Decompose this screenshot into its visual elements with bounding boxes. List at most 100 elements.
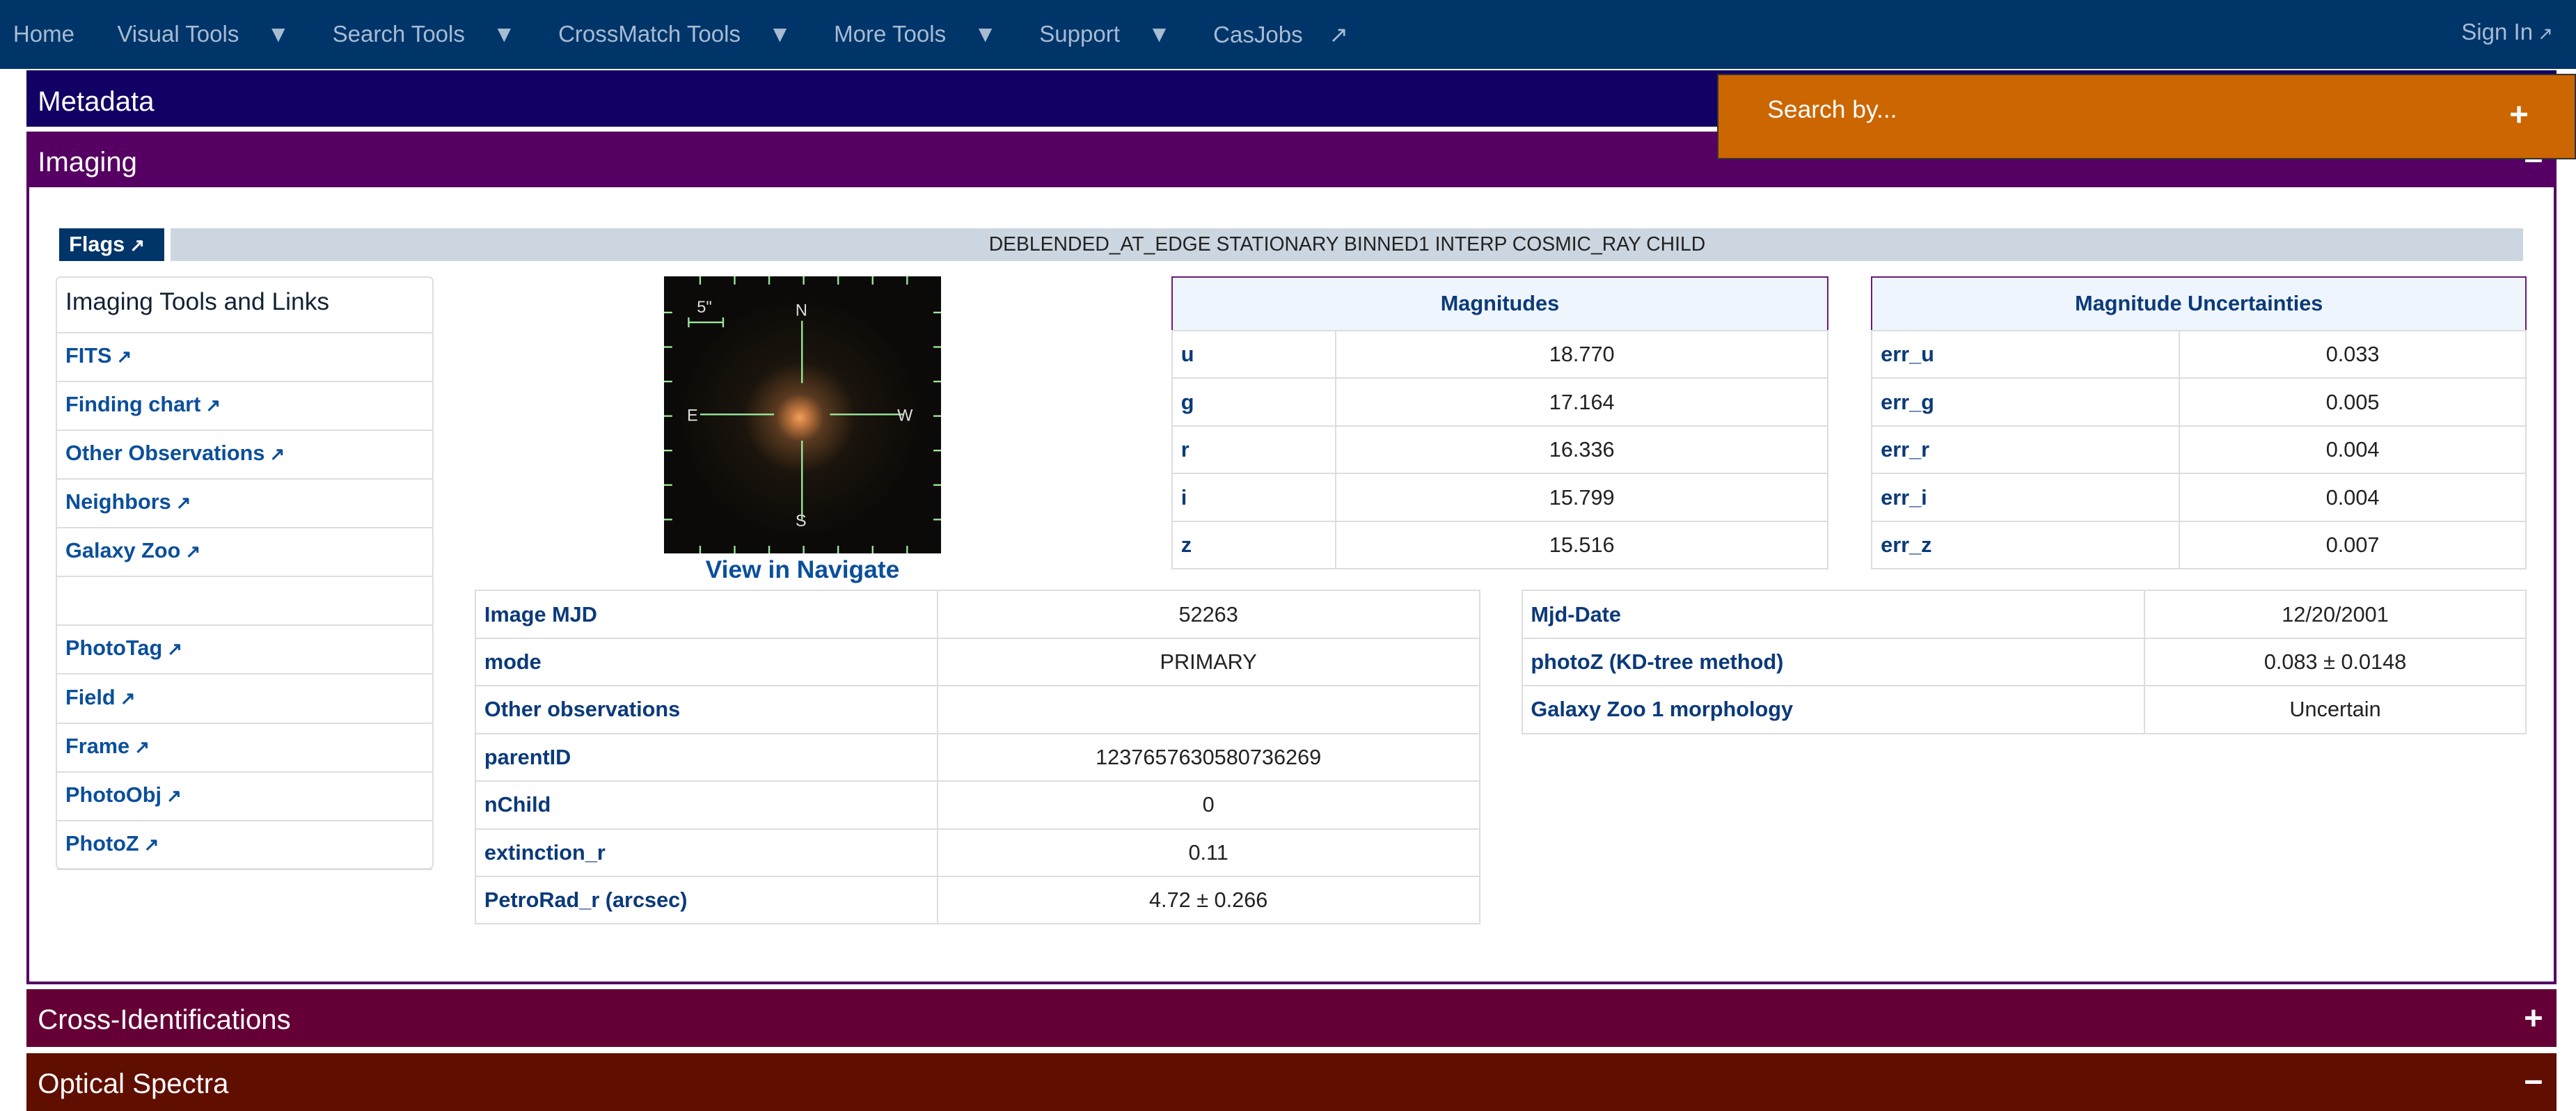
cross-identifications-header[interactable]: Cross-Identifications +: [26, 988, 2557, 1047]
row-label: Mjd-Date: [1521, 590, 2145, 639]
tool-link-photoobj[interactable]: PhotoObj ↗: [57, 773, 433, 821]
nav-item-visual-tools[interactable]: Visual Tools ▼: [117, 22, 311, 48]
caret-down-icon: ▼: [768, 21, 791, 47]
external-link-icon: ↗: [116, 345, 132, 367]
sign-in-link[interactable]: Sign In ↗: [2461, 19, 2553, 46]
table-row: PetroRad_r (arcsec) 4.72 ± 0.266: [475, 875, 1480, 925]
row-value: 0.11: [936, 828, 1480, 877]
table-row: photoZ (KD-tree method) 0.083 ± 0.0148: [1521, 637, 2527, 687]
navbar: Home Visual Tools ▼ Search Tools ▼ CrossMatch…: [0, 0, 2576, 70]
row-value: 18.770: [1335, 330, 1829, 379]
table-row: u 18.770: [1171, 330, 1829, 379]
external-link-icon: ↗: [134, 736, 150, 757]
object-cutout-image[interactable]: 5" N S E W: [663, 276, 942, 554]
nav-item-search-tools[interactable]: Search Tools ▼: [333, 22, 537, 48]
section-title: Metadata: [38, 85, 155, 117]
tool-link-photoz[interactable]: PhotoZ ↗: [57, 821, 433, 870]
row-label: extinction_r: [475, 828, 938, 877]
row-value: 12/20/2001: [2143, 590, 2527, 639]
south-label: S: [795, 512, 806, 530]
caret-down-icon: ▼: [267, 21, 290, 47]
flags-link[interactable]: Flags ↗: [58, 228, 165, 262]
caret-down-icon: ▼: [974, 21, 997, 47]
crosshair-overlay: 5" N S E W: [663, 276, 942, 554]
table-row: nChild 0: [475, 780, 1480, 830]
tool-link-frame[interactable]: Frame ↗: [57, 724, 433, 773]
sign-in-label: Sign In: [2461, 19, 2534, 46]
search-by-label: Search by...: [1767, 95, 1897, 123]
tool-link-label: FITS: [65, 342, 112, 368]
row-value: 0.007: [2179, 520, 2527, 570]
tool-link-fits[interactable]: FITS ↗: [57, 333, 433, 382]
nav-item-home[interactable]: Home: [13, 22, 96, 48]
tool-link-label: Field: [65, 684, 116, 709]
external-link-icon: ↗: [1329, 22, 1349, 48]
row-value: 0.083 ± 0.0148: [2143, 637, 2527, 687]
table-row: r 16.336: [1171, 425, 1829, 475]
dates-table: Mjd-Date 12/20/2001 photoZ (KD-tree method…: [1521, 590, 2527, 734]
row-value: 1237657630580736269: [936, 732, 1480, 782]
optical-spectra-header[interactable]: Optical Spectra −: [26, 1053, 2557, 1111]
tool-link-field[interactable]: Field ↗: [57, 675, 433, 724]
row-value: 0.033: [2179, 330, 2527, 379]
nav-label: Visual Tools: [117, 21, 239, 47]
row-value: 17.164: [1335, 377, 1829, 427]
table-row: Other observations: [475, 685, 1480, 734]
nav-label: CasJobs: [1213, 22, 1303, 48]
tool-link-galaxy-zoo[interactable]: Galaxy Zoo ↗: [57, 528, 433, 578]
caret-down-icon: ▼: [493, 21, 516, 47]
tool-link-phototag[interactable]: PhotoTag ↗: [57, 626, 433, 675]
section-title: Optical Spectra: [38, 1068, 229, 1100]
row-label: i: [1171, 473, 1337, 522]
table-row: err_u 0.033: [1871, 330, 2527, 379]
expand-icon[interactable]: +: [2524, 999, 2543, 1037]
nav-item-crossmatch-tools[interactable]: CrossMatch Tools ▼: [558, 22, 812, 48]
row-label: Image MJD: [475, 590, 938, 639]
nav-label: Search Tools: [332, 21, 465, 47]
row-label: photoZ (KD-tree method): [1521, 637, 2145, 687]
table-row: Galaxy Zoo 1 morphology Uncertain: [1521, 685, 2527, 734]
nav-item-casjobs[interactable]: CasJobs ↗: [1213, 21, 1370, 49]
row-label: r: [1171, 425, 1337, 475]
uncertainties-header: Magnitude Uncertainties: [1872, 276, 2527, 332]
tool-link-label: Finding chart: [65, 392, 201, 417]
external-link-icon: ↗: [185, 541, 201, 562]
row-value: 0.004: [2179, 425, 2527, 475]
row-value: 16.336: [1335, 425, 1829, 475]
external-link-icon: ↗: [143, 833, 159, 855]
table-row: g 17.164: [1171, 377, 1829, 427]
tool-link-neighbors[interactable]: Neighbors ↗: [57, 480, 433, 529]
tool-link-label: Neighbors: [65, 489, 171, 514]
tool-link-other-observations[interactable]: Other Observations ↗: [57, 431, 433, 480]
search-by-panel[interactable]: Search by... +: [1716, 74, 2576, 159]
magnitudes-table: Magnitudes u 18.770 g 17.164 r 16.336 i 15.799 z 1…: [1171, 276, 1829, 570]
row-label: g: [1171, 377, 1337, 427]
row-label: err_i: [1871, 473, 2181, 522]
expand-icon[interactable]: +: [2509, 95, 2529, 134]
collapse-icon[interactable]: −: [2524, 1063, 2543, 1101]
external-link-icon: ↗: [120, 687, 136, 709]
magnitudes-header: Magnitudes: [1171, 276, 1828, 332]
external-link-icon: ↗: [269, 443, 285, 465]
uncertainties-table: Magnitude Uncertainties err_u 0.033 err_g 0.…: [1871, 276, 2527, 570]
caret-down-icon: ▼: [1148, 21, 1171, 47]
row-label: PetroRad_r (arcsec): [475, 875, 938, 925]
nav-item-more-tools[interactable]: More Tools ▼: [834, 22, 1018, 48]
row-label: u: [1171, 330, 1337, 379]
row-label: Other observations: [475, 685, 938, 734]
row-label: err_r: [1871, 425, 2181, 475]
tool-link-finding-chart[interactable]: Finding chart ↗: [57, 382, 433, 431]
flags-value: DEBLENDED_AT_EDGE STATIONARY BINNED1 INT…: [171, 228, 2524, 262]
table-row: err_g 0.005: [1871, 377, 2527, 427]
nav-item-support[interactable]: Support ▼: [1039, 22, 1192, 48]
row-label: z: [1171, 520, 1337, 570]
tool-link-label: Galaxy Zoo: [65, 538, 181, 563]
row-value: 15.799: [1335, 473, 1829, 522]
nav-label: More Tools: [834, 21, 947, 47]
nav-label: CrossMatch Tools: [558, 21, 741, 47]
row-value: [936, 685, 1480, 734]
table-row: err_z 0.007: [1871, 520, 2527, 570]
row-value: 15.516: [1335, 520, 1829, 570]
row-label: err_g: [1871, 377, 2181, 427]
view-in-navigate-link[interactable]: View in Navigate: [664, 556, 942, 584]
